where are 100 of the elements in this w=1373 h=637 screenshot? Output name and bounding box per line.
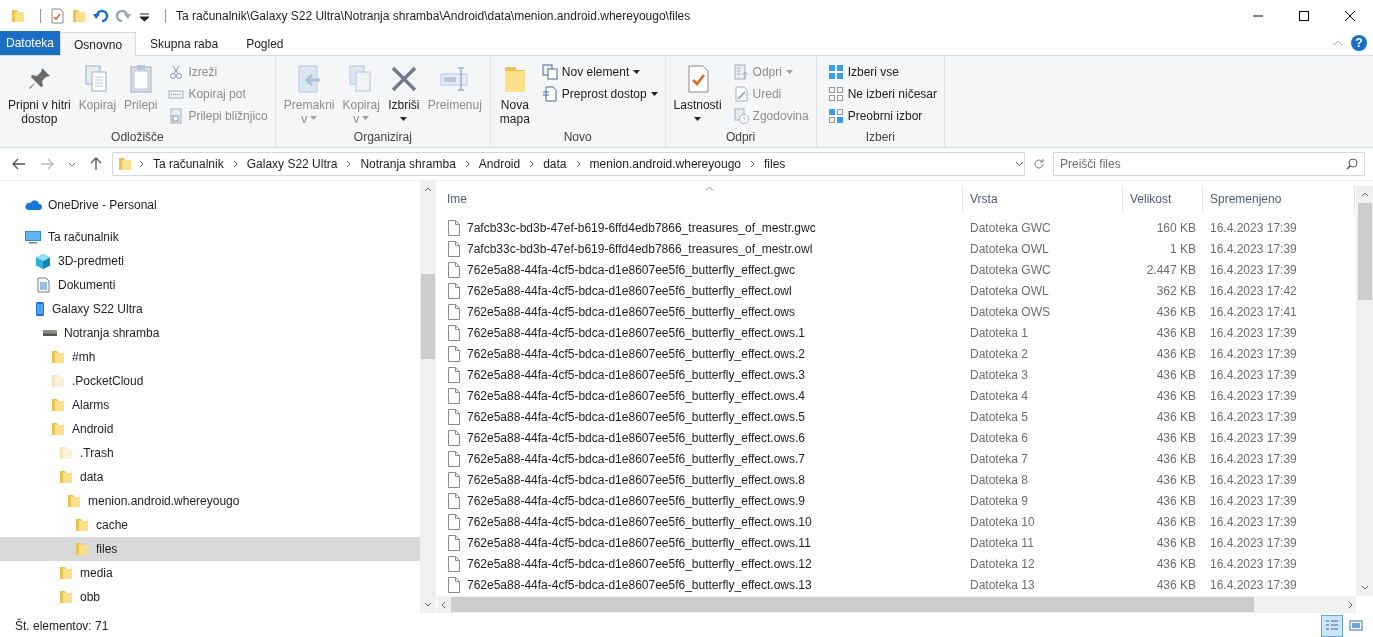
help-button[interactable]: ? [1351, 35, 1367, 51]
file-name[interactable]: 7afcb33c-bd3b-47ef-b619-6ffd4edb7866_treasures_of_mestr.gwc [467, 220, 816, 235]
column-header[interactable]: Ime [447, 191, 467, 206]
file-type: Datoteka 4 [969, 388, 1030, 403]
column-header[interactable]: Spremenjeno [1210, 191, 1282, 206]
file-name[interactable]: 762e5a88-44fa-4cf5-bdca-d1e8607ee5f6_butterfly_effect.ows.6 [467, 430, 806, 445]
file-name[interactable]: 7afcb33c-bd3b-47ef-b619-6ffd4edb7866_treasures_of_mestr.owl [467, 241, 813, 256]
breadcrumb[interactable]: Ta računalnik [150, 157, 227, 171]
scroll-up-icon[interactable] [1360, 192, 1369, 197]
file-icon [447, 282, 461, 299]
breadcrumb[interactable]: menion.android.whereyougo [586, 157, 744, 171]
scroll-up-icon[interactable] [424, 187, 432, 192]
ribbon-button[interactable]: Izberi vse [825, 61, 940, 83]
tree-item[interactable]: obb [0, 585, 420, 609]
scrollbar[interactable] [420, 181, 436, 613]
file-name[interactable]: 762e5a88-44fa-4cf5-bdca-d1e8607ee5f6_butterfly_effect.ows.1 [467, 325, 806, 340]
collapse-ribbon-icon[interactable] [1333, 40, 1343, 46]
ribbon-button[interactable]: Pripni v hitri dostop [5, 59, 74, 130]
file-name[interactable]: 762e5a88-44fa-4cf5-bdca-d1e8607ee5f6_butterfly_effect.ows.10 [467, 514, 812, 529]
forward-icon[interactable] [40, 158, 54, 170]
file-size: 2.447 KB [1145, 262, 1197, 277]
refresh-icon[interactable] [1033, 158, 1045, 170]
scrollbar[interactable] [437, 596, 1356, 613]
file-name[interactable]: 762e5a88-44fa-4cf5-bdca-d1e8607ee5f6_butterfly_effect.ows.8 [467, 472, 806, 487]
ribbon-button[interactable]: Izbriši [384, 59, 423, 130]
dropdown-icon[interactable] [1015, 161, 1024, 167]
up-icon[interactable] [90, 157, 102, 171]
file-icon [447, 387, 461, 404]
file-icon [447, 261, 461, 278]
tree-item[interactable]: Ta računalnik [0, 225, 420, 249]
breadcrumb[interactable]: Android [475, 157, 524, 171]
ribbon-button[interactable]: Lastnosti [670, 59, 725, 130]
ribbon-group-label: Organiziraj [352, 130, 413, 146]
file-name[interactable]: 762e5a88-44fa-4cf5-bdca-d1e8607ee5f6_butterfly_effect.ows.11 [467, 535, 811, 550]
file-name[interactable]: 762e5a88-44fa-4cf5-bdca-d1e8607ee5f6_butterfly_effect.ows.13 [467, 577, 812, 592]
file-name[interactable]: 762e5a88-44fa-4cf5-bdca-d1e8607ee5f6_butterfly_effect.ows.4 [467, 388, 806, 403]
tree-item[interactable]: Galaxy S22 Ultra [0, 297, 420, 321]
breadcrumb[interactable]: data [540, 157, 570, 171]
breadcrumb[interactable]: Notranja shramba [357, 157, 459, 171]
scrollbar-thumb[interactable] [421, 274, 435, 359]
search-field[interactable]: Preišči files [1053, 152, 1365, 176]
file-date: 16.4.2023 17:39 [1209, 493, 1298, 508]
address-bar[interactable]: Ta računalnik Galaxy S22 Ultra Notranja shramba Android data menion.android.whereyougo files [112, 152, 1025, 176]
tree-item[interactable]: Android [0, 417, 420, 441]
file-name[interactable]: 762e5a88-44fa-4cf5-bdca-d1e8607ee5f6_butterfly_effect.gwc [467, 262, 796, 277]
folder-icon [58, 565, 74, 581]
scroll-down-icon[interactable] [1360, 585, 1369, 590]
tree-item[interactable]: Dokumenti [0, 273, 420, 297]
file-name[interactable]: 762e5a88-44fa-4cf5-bdca-d1e8607ee5f6_butterfly_effect.ows.2 [467, 346, 806, 361]
ribbon-button[interactable]: Preobrni izbor [825, 105, 940, 127]
folder-icon[interactable] [71, 7, 87, 24]
folder-icon[interactable] [10, 7, 26, 24]
file-name[interactable]: 762e5a88-44fa-4cf5-bdca-d1e8607ee5f6_butterfly_effect.owl [467, 283, 792, 298]
scroll-left-icon[interactable] [440, 600, 446, 609]
tree-item[interactable]: #mh [0, 345, 420, 369]
undo-icon[interactable] [93, 7, 109, 24]
file-menu-tab[interactable]: Datoteka [0, 31, 61, 55]
file-name[interactable]: 762e5a88-44fa-4cf5-bdca-d1e8607ee5f6_butterfly_effect.ows [467, 304, 796, 319]
tree-item[interactable]: data [0, 465, 420, 489]
tree-item[interactable]: Alarms [0, 393, 420, 417]
scroll-right-icon[interactable] [1347, 600, 1353, 609]
item-count: Št. elementov: 71 [15, 618, 109, 633]
properties-icon[interactable] [49, 7, 65, 24]
tree-item[interactable]: Notranja shramba [0, 321, 420, 345]
breadcrumb[interactable]: files [761, 157, 789, 171]
column-header[interactable]: Vrsta [970, 191, 998, 206]
recent-locations-icon[interactable] [68, 161, 76, 167]
ribbon-tab[interactable]: Osnovno [60, 32, 137, 56]
ribbon-button[interactable]: Ne izberi ničesar [825, 83, 940, 105]
file-size: 436 KB [1155, 577, 1197, 592]
ribbon-tab[interactable]: Pogled [232, 31, 298, 55]
file-name[interactable]: 762e5a88-44fa-4cf5-bdca-d1e8607ee5f6_butterfly_effect.ows.12 [467, 556, 812, 571]
file-name[interactable]: 762e5a88-44fa-4cf5-bdca-d1e8607ee5f6_butterfly_effect.ows.5 [467, 409, 806, 424]
scroll-down-icon[interactable] [424, 602, 432, 607]
file-icon [447, 492, 461, 509]
tree-item[interactable]: files [0, 537, 420, 561]
tree-item[interactable]: menion.android.whereyougo [0, 489, 420, 513]
scrollbar-thumb[interactable] [1357, 203, 1372, 300]
tree-item[interactable]: .Trash [0, 441, 420, 465]
tree-item[interactable]: media [0, 561, 420, 585]
file-name[interactable]: 762e5a88-44fa-4cf5-bdca-d1e8607ee5f6_butterfly_effect.ows.9 [467, 493, 806, 508]
file-name[interactable]: 762e5a88-44fa-4cf5-bdca-d1e8607ee5f6_butterfly_effect.ows.7 [467, 451, 806, 466]
ribbon-tab[interactable]: Skupna raba [136, 31, 233, 55]
file-name[interactable]: 762e5a88-44fa-4cf5-bdca-d1e8607ee5f6_butterfly_effect.ows.3 [467, 367, 806, 382]
back-icon[interactable] [12, 158, 26, 170]
chevron-icon [750, 160, 755, 168]
ribbon-button[interactable]: Preprost dostop [539, 83, 660, 105]
ribbon-button[interactable]: Nov element [539, 61, 660, 83]
tree-item[interactable]: OneDrive - Personal [0, 193, 420, 217]
file-date: 16.4.2023 17:39 [1209, 514, 1298, 529]
column-header[interactable]: Velikost [1130, 191, 1172, 206]
scrollbar[interactable] [1356, 186, 1373, 596]
ribbon-button[interactable]: Nova mapa [495, 59, 534, 130]
redo-icon[interactable] [115, 7, 131, 24]
view-button[interactable] [1321, 614, 1343, 637]
tree-item[interactable]: cache [0, 513, 420, 537]
tree-item[interactable]: .PocketCloud [0, 369, 420, 393]
breadcrumb[interactable]: Galaxy S22 Ultra [243, 157, 341, 171]
tree-item[interactable]: 3D-predmeti [0, 249, 420, 273]
folder-icon [58, 445, 74, 461]
